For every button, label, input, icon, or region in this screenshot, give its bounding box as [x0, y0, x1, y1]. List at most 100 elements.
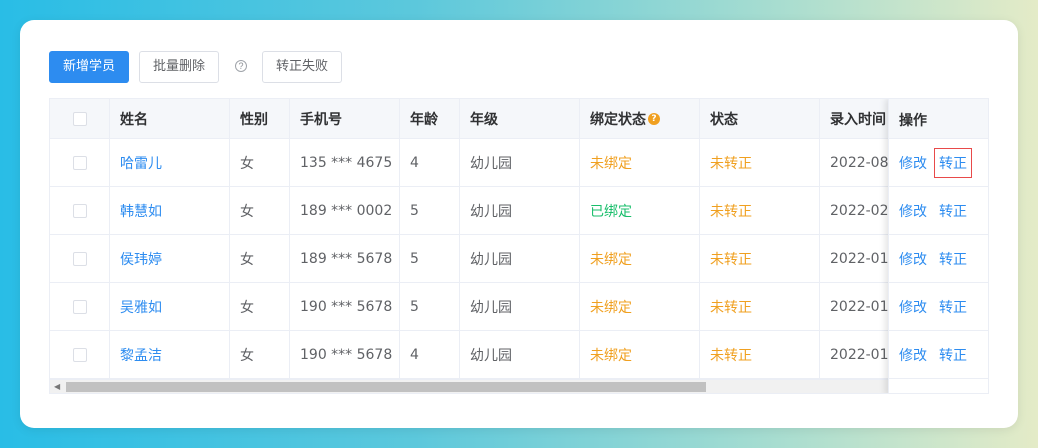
- name-cell: 韩慧如: [110, 187, 230, 234]
- age-cell: 4: [400, 331, 460, 378]
- gender-cell: 女: [230, 331, 290, 378]
- table-row: 黎孟洁 女190 *** 56784幼儿园未绑定未转正 2022-01-2: [50, 331, 988, 379]
- bind-status-cell: 未绑定: [580, 283, 700, 330]
- convert-link[interactable]: 转正: [939, 201, 967, 221]
- header-grade: 年级: [460, 99, 580, 138]
- batch-delete-button[interactable]: 批量删除: [139, 51, 219, 83]
- action-row: 修改 转正: [889, 139, 988, 187]
- phone-cell: 190 *** 5678: [290, 331, 400, 378]
- status-cell: 未转正: [700, 331, 820, 378]
- student-name-link[interactable]: 侯玮婷: [120, 249, 162, 269]
- name-cell: 侯玮婷: [110, 235, 230, 282]
- student-card: 新增学员 批量删除 ? 转正失败 姓名 性别 手机号 年龄 年级 绑定状态? 状…: [20, 20, 1018, 428]
- table-header: 姓名 性别 手机号 年龄 年级 绑定状态? 状态 录入时间: [50, 99, 988, 139]
- row-checkbox[interactable]: [72, 347, 87, 362]
- scroll-thumb[interactable]: [66, 382, 706, 392]
- scroll-left-arrow-icon[interactable]: ◀: [54, 382, 60, 391]
- student-name-link[interactable]: 吴雅如: [120, 297, 162, 317]
- edit-link[interactable]: 修改: [899, 297, 927, 317]
- phone-cell: 135 *** 4675: [290, 139, 400, 186]
- action-row: 修改 转正: [889, 331, 988, 379]
- row-checkbox[interactable]: [72, 251, 87, 266]
- bind-status-cell: 未绑定: [580, 139, 700, 186]
- bind-status-help-icon[interactable]: ?: [648, 112, 660, 125]
- gender-cell: 女: [230, 235, 290, 282]
- student-name-link[interactable]: 黎孟洁: [120, 345, 162, 365]
- name-cell: 吴雅如: [110, 283, 230, 330]
- convert-link[interactable]: 转正: [939, 345, 967, 365]
- edit-link[interactable]: 修改: [899, 345, 927, 365]
- action-row: 修改 转正: [889, 187, 988, 235]
- bind-status-cell: 未绑定: [580, 235, 700, 282]
- time-cell: 2022-01-2: [830, 250, 890, 267]
- header-time: 录入时间: [830, 111, 886, 128]
- age-cell: 4: [400, 139, 460, 186]
- edit-link[interactable]: 修改: [899, 201, 927, 221]
- help-icon[interactable]: ?: [235, 60, 247, 72]
- row-checkbox[interactable]: [72, 203, 87, 218]
- select-all-checkbox[interactable]: [72, 111, 87, 126]
- add-student-button[interactable]: 新增学员: [49, 51, 129, 83]
- gender-cell: 女: [230, 187, 290, 234]
- header-phone: 手机号: [290, 99, 400, 138]
- student-name-link[interactable]: 韩慧如: [120, 201, 162, 221]
- phone-cell: 189 *** 0002: [290, 187, 400, 234]
- table-row: 韩慧如 女189 *** 00025幼儿园已绑定未转正 2022-02-0: [50, 187, 988, 235]
- bind-status-cell: 已绑定: [580, 187, 700, 234]
- row-select-cell: [50, 235, 110, 282]
- table-row: 哈雷儿 女135 *** 46754幼儿园未绑定未转正 2022-08-3: [50, 139, 988, 187]
- row-checkbox[interactable]: [72, 155, 87, 170]
- grade-cell: 幼儿园: [460, 139, 580, 186]
- phone-cell: 190 *** 5678: [290, 283, 400, 330]
- header-bind-status: 绑定状态?: [580, 99, 700, 138]
- grade-cell: 幼儿园: [460, 187, 580, 234]
- header-actions-label: 操作: [899, 113, 927, 129]
- header-bind-status-label: 绑定状态: [590, 111, 646, 128]
- age-cell: 5: [400, 187, 460, 234]
- grade-cell: 幼儿园: [460, 283, 580, 330]
- header-status: 状态: [700, 99, 820, 138]
- bind-status-cell: 未绑定: [580, 331, 700, 378]
- row-select-cell: [50, 331, 110, 378]
- header-age: 年龄: [400, 99, 460, 138]
- row-select-cell: [50, 139, 110, 186]
- time-cell: 2022-01-2: [830, 298, 890, 315]
- grade-cell: 幼儿园: [460, 331, 580, 378]
- phone-cell: 189 *** 5678: [290, 235, 400, 282]
- edit-link[interactable]: 修改: [899, 249, 927, 269]
- horizontal-scrollbar[interactable]: ◀: [50, 379, 888, 393]
- status-cell: 未转正: [700, 187, 820, 234]
- student-name-link[interactable]: 哈雷儿: [120, 153, 162, 173]
- time-cell: 2022-08-3: [830, 154, 890, 171]
- name-cell: 黎孟洁: [110, 331, 230, 378]
- row-select-cell: [50, 283, 110, 330]
- select-all-cell: [50, 99, 110, 138]
- convert-fail-button[interactable]: 转正失败: [262, 51, 342, 83]
- age-cell: 5: [400, 283, 460, 330]
- table-row: 侯玮婷 女189 *** 56785幼儿园未绑定未转正 2022-01-2: [50, 235, 988, 283]
- student-table: 姓名 性别 手机号 年龄 年级 绑定状态? 状态 录入时间 哈雷儿女 135 **…: [49, 98, 989, 394]
- convert-link[interactable]: 转正: [939, 249, 967, 269]
- time-cell: 2022-01-2: [830, 346, 890, 363]
- age-cell: 5: [400, 235, 460, 282]
- header-gender: 性别: [230, 99, 290, 138]
- convert-link[interactable]: 转正: [934, 148, 972, 178]
- time-cell: 2022-02-0: [830, 202, 890, 219]
- gender-cell: 女: [230, 139, 290, 186]
- row-checkbox[interactable]: [72, 299, 87, 314]
- row-select-cell: [50, 187, 110, 234]
- grade-cell: 幼儿园: [460, 235, 580, 282]
- action-row: 修改 转正: [889, 283, 988, 331]
- action-row: 修改 转正: [889, 235, 988, 283]
- status-cell: 未转正: [700, 139, 820, 186]
- gender-cell: 女: [230, 283, 290, 330]
- status-cell: 未转正: [700, 235, 820, 282]
- status-cell: 未转正: [700, 283, 820, 330]
- header-actions: 操作: [889, 99, 988, 139]
- name-cell: 哈雷儿: [110, 139, 230, 186]
- header-name: 姓名: [110, 99, 230, 138]
- edit-link[interactable]: 修改: [899, 153, 927, 173]
- table-row: 吴雅如 女190 *** 56785幼儿园未绑定未转正 2022-01-2: [50, 283, 988, 331]
- fixed-action-column: 操作 修改 转正 修改 转正 修改 转正 修改 转正 修改 转正: [888, 99, 988, 393]
- convert-link[interactable]: 转正: [939, 297, 967, 317]
